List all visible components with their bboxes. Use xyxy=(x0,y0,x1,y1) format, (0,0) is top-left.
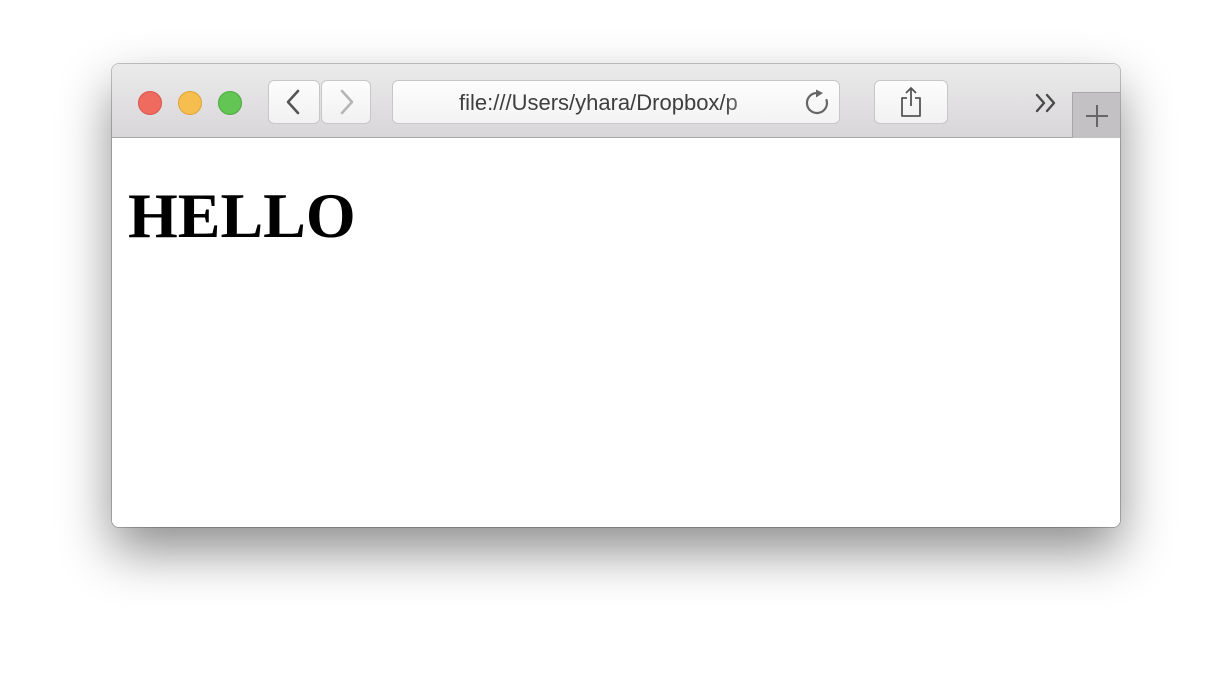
page-heading: HELLO xyxy=(128,180,356,251)
plus-icon xyxy=(1085,104,1108,127)
double-chevron-right-icon[interactable] xyxy=(1032,88,1062,118)
browser-window: file:///Users/yhara/Dropbox/p HELLO xyxy=(112,64,1120,527)
share-button[interactable] xyxy=(874,80,948,124)
share-icon xyxy=(901,87,921,117)
chevron-right-icon xyxy=(340,89,354,115)
minimize-window-button[interactable] xyxy=(178,91,202,115)
reload-icon[interactable] xyxy=(803,89,831,117)
chevron-left-icon xyxy=(286,89,300,115)
new-tab-button[interactable] xyxy=(1072,92,1120,138)
page-content: HELLO xyxy=(112,138,1120,527)
forward-button[interactable] xyxy=(321,80,371,124)
close-window-button[interactable] xyxy=(138,91,162,115)
back-button[interactable] xyxy=(268,80,320,124)
url-text: file:///Users/yhara/Dropbox/p xyxy=(459,90,738,115)
address-bar[interactable]: file:///Users/yhara/Dropbox/p xyxy=(392,80,840,124)
browser-toolbar: file:///Users/yhara/Dropbox/p xyxy=(112,64,1120,138)
zoom-window-button[interactable] xyxy=(218,91,242,115)
